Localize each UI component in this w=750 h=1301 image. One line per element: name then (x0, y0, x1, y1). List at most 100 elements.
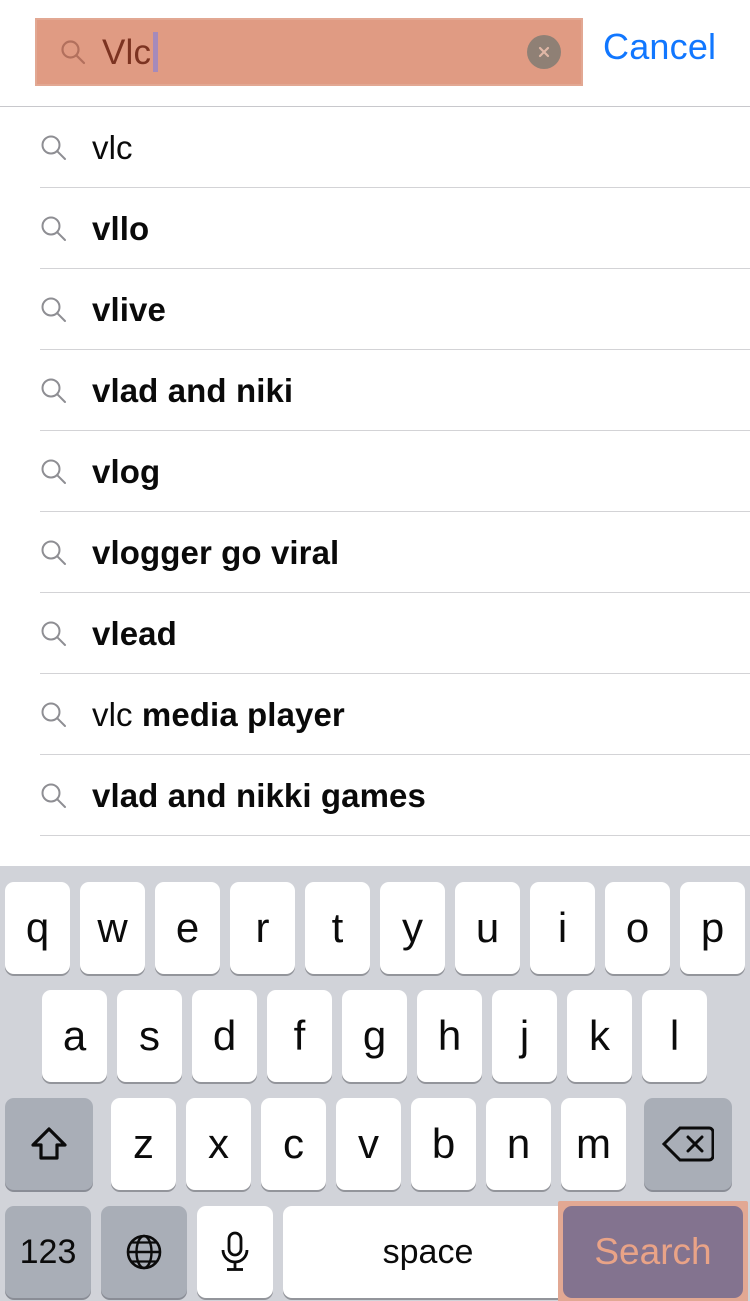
suggestion-row[interactable]: vlc media player (0, 674, 750, 755)
key-numbers[interactable]: 123 (5, 1206, 91, 1298)
key-a-label: a (62, 1012, 87, 1059)
key-v[interactable]: v (336, 1098, 401, 1190)
key-w-label: w (97, 904, 128, 951)
key-g-label: g (362, 1012, 387, 1059)
key-t-label: t (331, 904, 344, 951)
key-p[interactable]: p (680, 882, 745, 974)
search-bar-container: Vlc Cancel (0, 0, 750, 107)
key-u-label: u (475, 904, 500, 951)
key-h[interactable]: h (417, 990, 482, 1082)
key-x[interactable]: x (186, 1098, 251, 1190)
suggestion-label: vlead (92, 614, 177, 652)
key-m-label: m (576, 1120, 611, 1167)
key-r[interactable]: r (230, 882, 295, 974)
suggestion-label: vlog (92, 452, 161, 490)
globe-icon (124, 1232, 164, 1272)
text-cursor (153, 32, 159, 72)
key-g[interactable]: g (342, 990, 407, 1082)
shift-arrow-icon (27, 1122, 71, 1166)
key-i[interactable]: i (530, 882, 595, 974)
phone-screen: Vlc Cancel vlc vllo vlive vlad and niki vlog… (0, 0, 750, 1301)
key-y-label: y (402, 904, 423, 951)
suggestion-label: vlad and niki (92, 371, 294, 409)
cancel-button[interactable]: Cancel (603, 26, 716, 68)
key-z-label: z (133, 1120, 154, 1167)
key-dictation[interactable] (197, 1206, 273, 1298)
search-input-text: Vlc (102, 32, 159, 72)
suggestion-row[interactable]: vlive (0, 269, 750, 350)
key-b-label: b (431, 1120, 456, 1167)
on-screen-keyboard: qwe r t y u i o p a s d f g h j k l z x c v b nm 123 space Sea… (0, 866, 750, 1301)
key-l[interactable]: l (642, 990, 707, 1082)
key-m[interactable]: m (561, 1098, 626, 1190)
suggestion-label: vlc (92, 128, 133, 166)
key-z[interactable]: z (111, 1098, 176, 1190)
search-suggestions-list: vlc vllo vlive vlad and niki vlog vlogger go … (0, 107, 750, 866)
key-b[interactable]: b (411, 1098, 476, 1190)
suggestion-row[interactable]: vlad and niki (0, 350, 750, 431)
key-s[interactable]: s (117, 990, 182, 1082)
key-s-label: s (139, 1012, 160, 1059)
search-icon (40, 296, 68, 324)
key-h-label: h (437, 1012, 462, 1059)
key-numbers-label: 123 (19, 1232, 77, 1271)
key-p-label: p (700, 904, 725, 951)
key-q-label: q (25, 904, 50, 951)
key-globe[interactable] (101, 1206, 187, 1298)
suggestion-label: vlc media player (92, 696, 345, 734)
key-space[interactable]: space (283, 1206, 573, 1298)
key-f[interactable]: f (267, 990, 332, 1082)
suggestion-label: vlive (92, 290, 166, 328)
suggestion-row[interactable]: vlad and nikki games (0, 755, 750, 836)
suggestion-completion: media player (141, 695, 345, 733)
search-icon (40, 539, 68, 567)
key-search[interactable]: Search (563, 1206, 743, 1298)
key-e-label: e (175, 904, 200, 951)
key-search-label: Search (594, 1231, 712, 1272)
suggestion-label: vlad and nikki games (92, 776, 426, 814)
search-icon (40, 458, 68, 486)
key-q[interactable]: q (5, 882, 70, 974)
key-k[interactable]: k (567, 990, 632, 1082)
suggestion-row[interactable]: vlog (0, 431, 750, 512)
suggestion-row[interactable]: vlead (0, 593, 750, 674)
suggestion-label: vlogger go viral (92, 533, 340, 571)
key-w[interactable]: w (80, 882, 145, 974)
key-a[interactable]: a (42, 990, 107, 1082)
key-u[interactable]: u (455, 882, 520, 974)
key-t[interactable]: t (305, 882, 370, 974)
key-f-label: f (293, 1012, 306, 1059)
keyboard-row-4: 123 space Search (0, 1201, 750, 1301)
key-r-label: r (255, 904, 270, 951)
key-j-label: j (519, 1012, 530, 1059)
search-icon (60, 39, 86, 65)
key-d-label: d (212, 1012, 237, 1059)
key-delete[interactable] (644, 1098, 732, 1190)
suggestion-label: vllo (92, 209, 150, 247)
search-icon (40, 215, 68, 243)
key-n-label: n (506, 1120, 531, 1167)
clear-icon[interactable] (527, 35, 561, 69)
key-shift[interactable] (5, 1098, 93, 1190)
suggestion-matched-prefix: vlc (92, 695, 142, 733)
key-c[interactable]: c (261, 1098, 326, 1190)
search-icon (40, 134, 68, 162)
key-c-label: c (283, 1120, 304, 1167)
search-icon (40, 377, 68, 405)
key-y[interactable]: y (380, 882, 445, 974)
suggestion-row[interactable]: vlc (0, 107, 750, 188)
suggestion-row[interactable]: vllo (0, 188, 750, 269)
keyboard-row-3: z x c v b nm (0, 1098, 750, 1190)
key-j[interactable]: j (492, 990, 557, 1082)
search-key-highlight: Search (558, 1201, 748, 1301)
suggestion-row[interactable]: vlogger go viral (0, 512, 750, 593)
search-icon (40, 701, 68, 729)
key-x-label: x (208, 1120, 229, 1167)
key-space-label: space (382, 1232, 474, 1271)
key-e[interactable]: e (155, 882, 220, 974)
search-icon (40, 620, 68, 648)
search-input[interactable]: Vlc (35, 18, 583, 86)
key-n[interactable]: n (486, 1098, 551, 1190)
key-o[interactable]: o (605, 882, 670, 974)
key-d[interactable]: d (192, 990, 257, 1082)
